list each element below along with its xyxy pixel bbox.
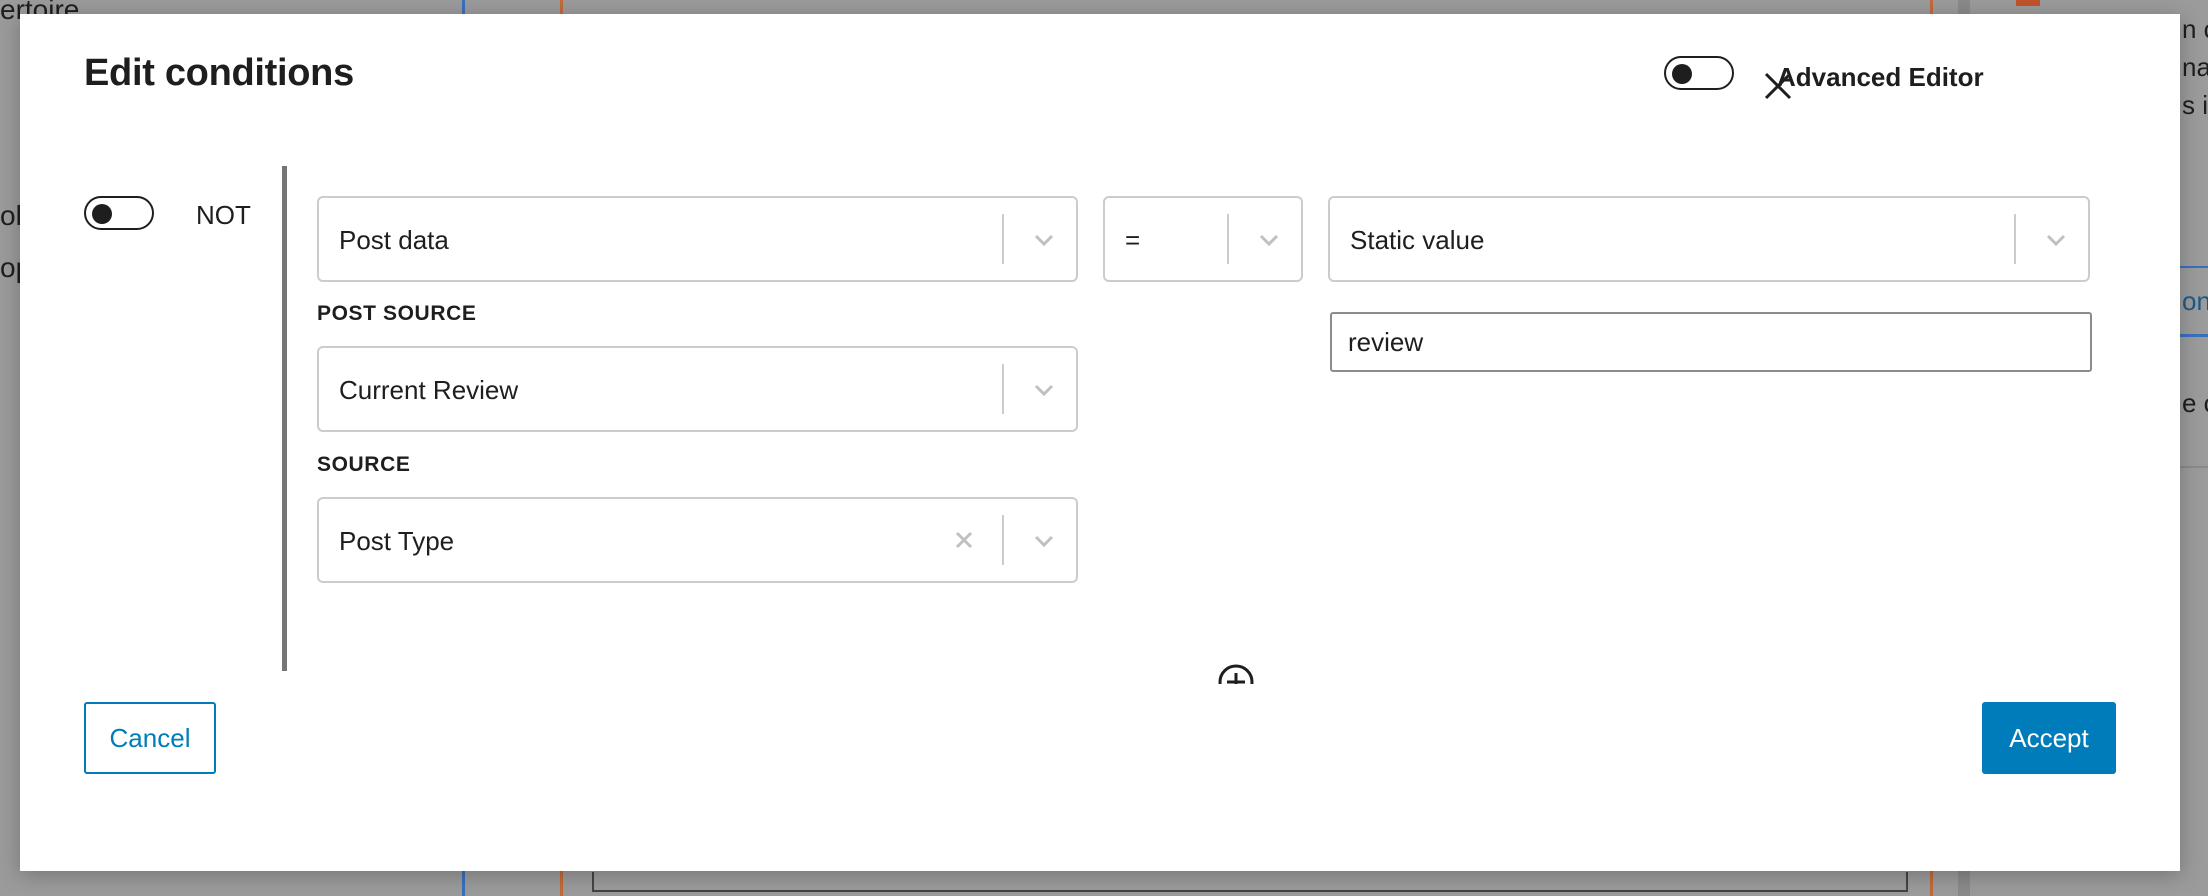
chevron-down-icon — [2046, 234, 2066, 247]
background-divider — [2180, 266, 2208, 268]
toggle-knob — [1672, 64, 1692, 84]
advanced-editor-label: Advanced Editor — [1777, 62, 1984, 92]
chevron-down-icon — [1034, 535, 1054, 548]
clear-x-icon[interactable] — [949, 525, 979, 555]
not-toggle[interactable] — [84, 196, 154, 230]
close-button[interactable] — [1756, 64, 1800, 108]
background-text: na — [2182, 52, 2208, 82]
background-divider — [2180, 466, 2208, 468]
value-type-select[interactable]: Static value — [1328, 196, 2090, 282]
background-text: n co — [2182, 14, 2208, 44]
static-value-input[interactable] — [1330, 312, 2092, 372]
dialog-title: Edit conditions — [84, 52, 354, 94]
post-source-label: POST SOURCE — [317, 302, 477, 325]
select-value: Current Review — [339, 375, 519, 405]
select-separator — [1002, 364, 1004, 414]
select-value: Static value — [1350, 225, 1485, 255]
select-value: = — [1125, 225, 1141, 255]
add-condition-button[interactable] — [1216, 662, 1256, 684]
select-value: Post data — [339, 225, 449, 255]
condition-group-bar — [282, 166, 287, 671]
close-icon — [1764, 72, 1792, 100]
condition-type-select[interactable]: Post data — [317, 196, 1078, 282]
source-label: SOURCE — [317, 453, 411, 476]
cancel-button[interactable]: Cancel — [84, 702, 216, 774]
chevron-down-icon — [1034, 234, 1054, 247]
select-separator — [1002, 515, 1004, 565]
background-divider — [2180, 334, 2208, 337]
select-separator — [1002, 214, 1004, 264]
advanced-editor-toggle[interactable] — [1664, 56, 1734, 90]
operator-select[interactable]: = — [1103, 196, 1303, 282]
edit-conditions-dialog: Edit conditions Advanced Editor NOT Post… — [20, 14, 2180, 871]
background-input — [592, 872, 1908, 892]
background-accent — [2016, 0, 2040, 6]
select-value: Post Type — [339, 526, 455, 556]
background-text: ol — [0, 200, 22, 231]
post-source-select[interactable]: Current Review — [317, 346, 1078, 432]
select-separator — [2014, 214, 2016, 264]
select-separator — [1227, 214, 1229, 264]
add-circle-icon — [1218, 664, 1254, 684]
background-text: s i — [2182, 90, 2208, 120]
not-label: NOT — [196, 200, 251, 230]
chevron-down-icon — [1259, 234, 1279, 247]
background-text: e c — [2182, 388, 2208, 418]
toggle-knob — [92, 204, 112, 224]
background-text: ons — [2182, 286, 2208, 316]
source-select[interactable]: Post Type — [317, 497, 1078, 583]
chevron-down-icon — [1034, 384, 1054, 397]
accept-button[interactable]: Accept — [1982, 702, 2116, 774]
